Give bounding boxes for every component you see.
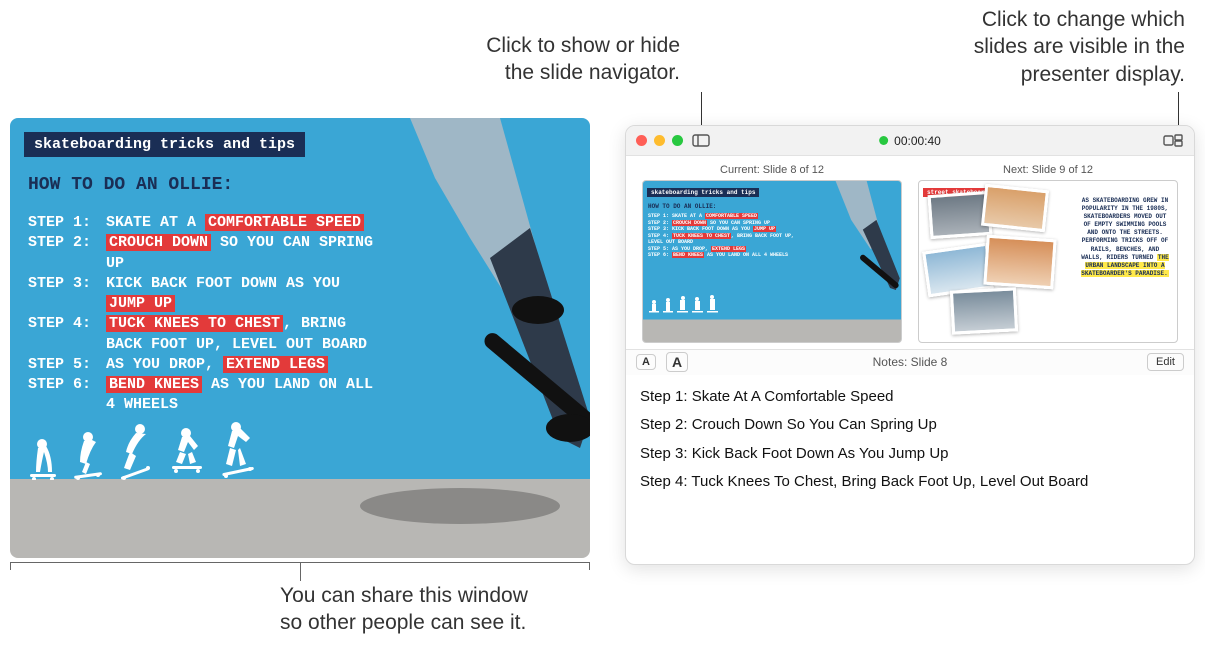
slide-step: STEP 5:AS YOU DROP, EXTEND LEGS xyxy=(28,355,388,375)
notes-toolbar: A A Notes: Slide 8 Edit xyxy=(626,349,1194,375)
titlebar: 00:00:40 xyxy=(626,126,1194,156)
presenter-note-line: Step 1: Skate At A Comfortable Speed xyxy=(640,383,1180,412)
callout-navigator: Click to show or hidethe slide navigator… xyxy=(400,32,680,87)
slide-step: STEP 4:TUCK KNEES TO CHEST, BRING BACK F… xyxy=(28,314,388,355)
slide-step: STEP 2:CROUCH DOWN SO YOU CAN SPRING UP xyxy=(28,233,388,274)
window-controls[interactable] xyxy=(636,135,683,146)
zoom-icon[interactable] xyxy=(672,135,683,146)
presenter-display-window: 00:00:40 Current: Slide 8 of 12 skateboa… xyxy=(625,125,1195,565)
next-slide-body: AS SKATEBOARDING GREW IN POPULARITY IN T… xyxy=(1079,197,1171,278)
slide-step: STEP 1:SKATE AT A COMFORTABLE SPEED xyxy=(28,213,388,233)
notes-label: Notes: Slide 8 xyxy=(873,355,948,369)
presentation-timer[interactable]: 00:00:40 xyxy=(879,134,941,148)
minimize-icon[interactable] xyxy=(654,135,665,146)
callout-layout: Click to change whichslides are visible … xyxy=(905,6,1185,88)
toggle-navigator-button[interactable] xyxy=(690,132,712,150)
slide-step: STEP 6:BEND KNEES AS YOU LAND ON ALL 4 W… xyxy=(28,375,388,416)
skater-photo xyxy=(350,118,590,558)
current-slide-thumbnail[interactable]: skateboarding tricks and tips HOW TO DO … xyxy=(642,180,902,343)
slide-preview-row: Current: Slide 8 of 12 skateboarding tri… xyxy=(626,156,1194,349)
font-smaller-button[interactable]: A xyxy=(636,354,656,370)
presenter-notes: Step 1: Skate At A Comfortable SpeedStep… xyxy=(626,375,1194,565)
callout-line xyxy=(701,92,702,127)
slide-step: STEP 3:KICK BACK FOOT DOWN AS YOU JUMP U… xyxy=(28,274,388,315)
ollie-sequence-icons xyxy=(28,422,256,480)
font-larger-button[interactable]: A xyxy=(666,352,688,372)
photo-collage xyxy=(925,191,1077,336)
change-layout-button[interactable] xyxy=(1162,132,1184,150)
current-slide-label: Current: Slide 8 of 12 xyxy=(720,164,824,176)
slide-tag: skateboarding tricks and tips xyxy=(24,132,305,157)
presenter-note-line: Step 2: Crouch Down So You Can Spring Up xyxy=(640,411,1180,440)
presenter-note-line: Step 3: Kick Back Foot Down As You Jump … xyxy=(640,440,1180,469)
next-slide-thumbnail[interactable]: street skateboarding AS SKATEBOARDING GR… xyxy=(918,180,1178,343)
edit-notes-button[interactable]: Edit xyxy=(1147,353,1184,371)
slide-steps: STEP 1:SKATE AT A COMFORTABLE SPEEDSTEP … xyxy=(28,213,388,416)
next-slide-label: Next: Slide 9 of 12 xyxy=(1003,164,1093,176)
callout-line xyxy=(1178,92,1179,127)
shared-slide-window: skateboarding tricks and tips HOW TO DO … xyxy=(10,118,590,558)
share-bracket xyxy=(10,562,590,570)
close-icon[interactable] xyxy=(636,135,647,146)
callout-share: You can share this windowso other people… xyxy=(280,582,528,637)
presenter-note-line: Step 4: Tuck Knees To Chest, Bring Back … xyxy=(640,468,1180,497)
timer-status-icon xyxy=(879,136,888,145)
timer-value: 00:00:40 xyxy=(894,134,941,148)
mini-tag: skateboarding tricks and tips xyxy=(647,188,759,197)
